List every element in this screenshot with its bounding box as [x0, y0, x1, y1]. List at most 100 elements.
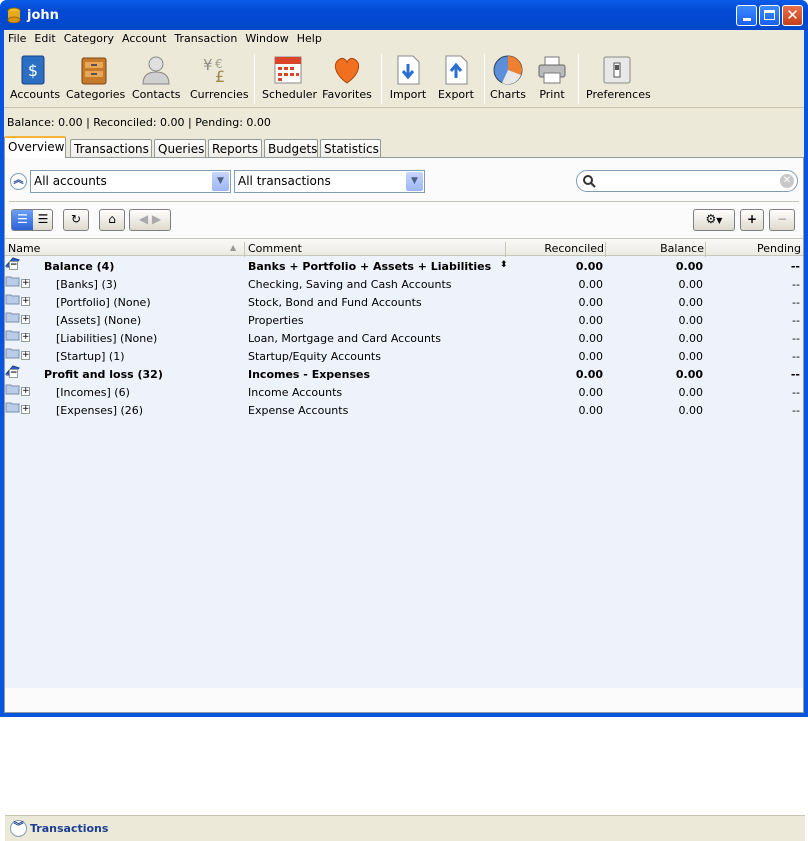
- menu-transaction[interactable]: Transaction: [170, 30, 241, 45]
- remove-button[interactable]: −: [769, 209, 795, 231]
- column-header-pending[interactable]: Pending: [757, 242, 801, 255]
- table-row[interactable]: + [Incomes] (6) Income Accounts 0.00 0.00 --: [5, 383, 803, 401]
- toolbar-separator: [381, 54, 382, 104]
- table-row[interactable]: + [Expenses] (26) Expense Accounts 0.00 0.00…: [5, 401, 803, 419]
- menu-category[interactable]: Category: [60, 30, 118, 45]
- tab-queries[interactable]: Queries: [154, 139, 206, 158]
- forward-icon[interactable]: ▶: [152, 212, 161, 226]
- row-comment: Banks + Portfolio + Assets + Liabilities: [248, 260, 492, 273]
- toolbar-categories-button[interactable]: Categories: [66, 54, 125, 101]
- divider: [9, 201, 799, 202]
- menu-edit[interactable]: Edit: [30, 30, 59, 45]
- toolbar-contacts-button[interactable]: Contacts: [132, 54, 181, 101]
- row-comment: Loan, Mortgage and Card Accounts: [248, 332, 441, 345]
- row-balance: 0.00: [678, 350, 704, 363]
- minimize-button[interactable]: [736, 5, 757, 26]
- back-icon[interactable]: ◀: [139, 212, 148, 226]
- row-reconciled: 0.00: [578, 404, 604, 417]
- add-button[interactable]: +: [740, 209, 764, 231]
- collapse-icon[interactable]: −: [9, 369, 18, 378]
- toolbar-export-button[interactable]: Export: [436, 54, 476, 101]
- toolbar-favorites-button[interactable]: Favorites: [322, 54, 372, 101]
- row-reconciled: 0.00: [578, 350, 604, 363]
- clear-search-icon[interactable]: ✕: [780, 174, 794, 188]
- menu-window[interactable]: Window: [241, 30, 292, 45]
- row-pending: --: [792, 386, 800, 399]
- refresh-button[interactable]: ↻: [63, 209, 89, 231]
- column-header-name[interactable]: Name: [8, 242, 40, 255]
- home-button[interactable]: ⌂: [99, 209, 125, 231]
- menu-file[interactable]: File: [4, 30, 30, 45]
- toolbar-scheduler-button[interactable]: Scheduler: [262, 54, 317, 101]
- column-separator: [505, 242, 506, 257]
- row-pending: --: [792, 314, 800, 327]
- table-row[interactable]: − Balance (4) Banks + Portfolio + Assets +…: [5, 257, 803, 275]
- row-name: [Portfolio] (None): [56, 296, 151, 309]
- table-row[interactable]: + [Assets] (None) Properties 0.00 0.00 --: [5, 311, 803, 329]
- toolbar-import-button[interactable]: Import: [388, 54, 428, 101]
- table-row[interactable]: + [Liabilities] (None) Loan, Mortgage and …: [5, 329, 803, 347]
- flat-view-button[interactable]: ☰: [33, 210, 52, 230]
- column-header-reconciled[interactable]: Reconciled: [544, 242, 604, 255]
- toolbar-label: Accounts: [10, 88, 61, 101]
- toolbar-preferences-button[interactable]: Preferences: [586, 54, 651, 101]
- sort-toggle-icon[interactable]: ⬍: [500, 260, 508, 270]
- status-summary: Balance: 0.00 | Reconciled: 0.00 | Pendi…: [7, 116, 271, 129]
- expand-icon[interactable]: +: [21, 333, 30, 342]
- expand-icon[interactable]: +: [21, 405, 30, 414]
- close-button[interactable]: ✕: [782, 5, 803, 26]
- toolbar-charts-button[interactable]: Charts: [490, 54, 526, 101]
- expand-transactions-button[interactable]: ︾: [10, 820, 27, 837]
- table-row[interactable]: − Profit and loss (32) Incomes - Expenses 0…: [5, 365, 803, 383]
- settings-menu-button[interactable]: ⚙▼: [693, 209, 735, 231]
- expand-icon[interactable]: +: [21, 351, 30, 360]
- transactions-filter-select[interactable]: All transactions ▼: [234, 170, 425, 193]
- column-separator: [605, 242, 606, 257]
- tab-overview[interactable]: Overview: [4, 136, 66, 158]
- history-nav[interactable]: ◀ ▶: [129, 209, 171, 231]
- expand-icon[interactable]: +: [21, 387, 30, 396]
- menu-help[interactable]: Help: [293, 30, 326, 45]
- row-name: [Banks] (3): [56, 278, 118, 291]
- tab-budgets[interactable]: Budgets: [264, 139, 318, 158]
- search-icon: [583, 175, 596, 188]
- row-reconciled: 0.00: [578, 386, 604, 399]
- table-row[interactable]: + [Portfolio] (None) Stock, Bond and Fund …: [5, 293, 803, 311]
- row-name: Balance (4): [44, 260, 115, 273]
- expand-icon[interactable]: +: [21, 297, 30, 306]
- tab-transactions[interactable]: Transactions: [70, 139, 152, 158]
- toolbar-print-button[interactable]: Print: [536, 54, 568, 101]
- table-row[interactable]: + [Banks] (3) Checking, Saving and Cash Ac…: [5, 275, 803, 293]
- toolbar-label: Print: [539, 88, 565, 101]
- expand-icon[interactable]: +: [21, 279, 30, 288]
- table-row[interactable]: + [Startup] (1) Startup/Equity Accounts 0.0…: [5, 347, 803, 365]
- search-field[interactable]: ✕: [576, 170, 798, 192]
- row-name: Profit and loss (32): [44, 368, 163, 381]
- row-balance: 0.00: [678, 296, 704, 309]
- view-mode-toggle[interactable]: ☰ ☰: [11, 209, 53, 231]
- row-name: [Assets] (None): [56, 314, 142, 327]
- toolbar-currencies-button[interactable]: ¥ £ € Currencies: [190, 54, 249, 101]
- collapse-filter-button[interactable]: ︽: [10, 173, 27, 190]
- tab-statistics[interactable]: Statistics: [320, 139, 381, 158]
- column-header-comment[interactable]: Comment: [248, 242, 302, 255]
- svg-text:$: $: [28, 61, 38, 80]
- collapse-icon[interactable]: −: [9, 261, 18, 270]
- row-reconciled: 0.00: [578, 278, 604, 291]
- row-reconciled: 0.00: [578, 314, 604, 327]
- import-icon: [397, 55, 420, 85]
- tree-view-button[interactable]: ☰: [12, 210, 33, 230]
- toolbar-accounts-button[interactable]: $ Accounts: [10, 54, 60, 101]
- preferences-icon: [603, 56, 631, 84]
- transactions-panel-label[interactable]: Transactions: [30, 822, 108, 835]
- home-icon: ⌂: [108, 212, 116, 226]
- tab-reports[interactable]: Reports: [208, 139, 262, 158]
- expand-icon[interactable]: +: [21, 315, 30, 324]
- column-header-balance[interactable]: Balance: [660, 242, 704, 255]
- maximize-button[interactable]: [759, 5, 780, 26]
- menu-account[interactable]: Account: [118, 30, 170, 45]
- accounts-icon: $: [21, 55, 45, 85]
- toolbar-label: Charts: [490, 88, 526, 101]
- accounts-filter-select[interactable]: All accounts ▼: [30, 170, 231, 193]
- folder-icon: [5, 330, 20, 341]
